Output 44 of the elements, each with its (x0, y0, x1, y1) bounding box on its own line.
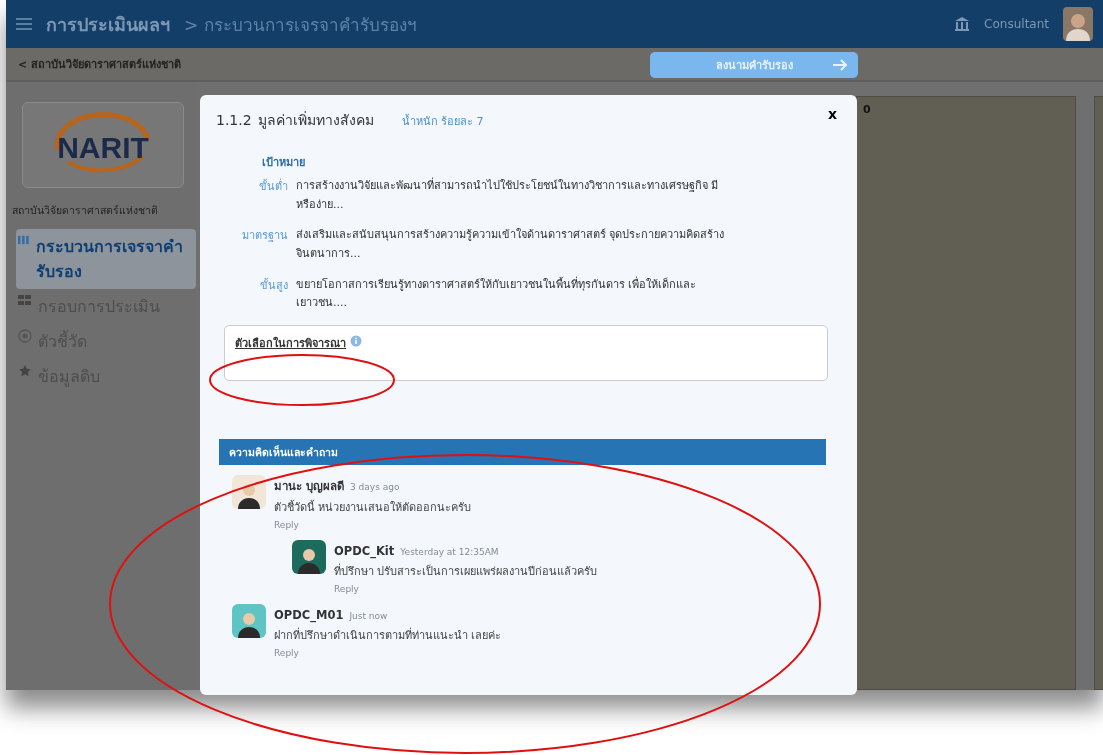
comment-time: 3 days ago (350, 482, 400, 493)
goal-level: ขั้นสูง (259, 277, 288, 294)
indicator-code: 1.1.2 (216, 112, 252, 128)
input-field[interactable]: ตัวเลือกในการพิจารณา (224, 325, 828, 382)
reply-link[interactable]: Reply (274, 648, 299, 659)
comment-time: Yesterday at 12:35AM (400, 547, 499, 558)
comment-time: Just now (349, 611, 388, 622)
breadcrumb: > กระบวนการเจรจาคำรับรองฯ (184, 13, 417, 37)
goal-text: ส่งเสริมและสนับสนุนการสร้างความรู้ความเข้าใจด้านดาราศาสตร์ จุดประกายความคิดสร้างจินตนาการ... (296, 227, 726, 263)
user-role: Consultant (984, 17, 1049, 31)
goal-text: การสร้างงานวิจัยและพัฒนาที่สามารถนำไปใช้ประโยชน์ในทางวิชาการและทางเศรษฐกิจ มีหรือง่าย... (296, 177, 720, 213)
sign-button[interactable]: ลงนามคำรับรอง (650, 52, 858, 78)
card: 0 (856, 96, 1076, 690)
field-label: ตัวเลือกในการพิจารณา (235, 335, 346, 353)
arrow-icon (832, 58, 848, 72)
organization-name: สถาบันวิจัยดาราศาสตร์แห่งชาติ (12, 203, 159, 218)
goal-heading: เป้าหมาย (262, 155, 306, 171)
comment-text: ตัวชี้วัดนี้ หน่วยงานเสนอให้ตัดออกนะครับ (274, 499, 472, 517)
goal-level: มาตรฐาน (241, 228, 288, 245)
grid-icon (18, 294, 32, 306)
back-link[interactable]: < สถาบันวิจัยดาราศาสตร์แห่งชาติ (18, 55, 182, 73)
menu-icon[interactable] (16, 18, 32, 30)
star-icon (18, 364, 32, 378)
logo: NARIT (22, 102, 184, 188)
list-icon (18, 234, 30, 246)
close-button[interactable]: x (821, 105, 843, 123)
comments-header: ความคิดเห็นและคำถาม (219, 439, 826, 466)
building-icon (954, 16, 971, 32)
weight-text: น้ำหนัก ร้อยละ 7 (401, 113, 484, 130)
user-avatar[interactable] (1063, 7, 1093, 41)
comment-author: มานะ บุญผลดี (274, 479, 344, 494)
comment-author: OPDC_Kit (334, 544, 395, 559)
target-icon (18, 329, 32, 343)
comment-text: ฝากที่ปรึกษาดำเนินการตามที่ท่านแนะนำ เลยค่ะ (274, 626, 502, 645)
sidebar-item[interactable]: กระบวนการเจรจาคำรับรอง (16, 229, 196, 289)
info-icon[interactable] (350, 335, 362, 348)
goal-level: ขั้นต่ำ (258, 177, 288, 195)
goal-text: ขยายโอกาสการเรียนรู้ทางดาราศาสตร์ให้กับเยาวชนในพื้นที่ทุรกันดาร เพื่อให้เด็กและเยาวชน.... (296, 275, 698, 312)
comment-text: ที่ปรึกษา ปรับสาระเป็นการเผยแพร่ผลงานปีก่อนแล้วครับ (334, 562, 598, 581)
indicator-title: มูลค่าเพิ่มทางสังคม (257, 110, 374, 131)
page-title: การประเมินผลฯ (46, 12, 170, 37)
comment-author: OPDC_M01 (274, 608, 344, 623)
reply-link[interactable]: Reply (274, 520, 299, 531)
reply-link[interactable]: Reply (334, 584, 359, 595)
